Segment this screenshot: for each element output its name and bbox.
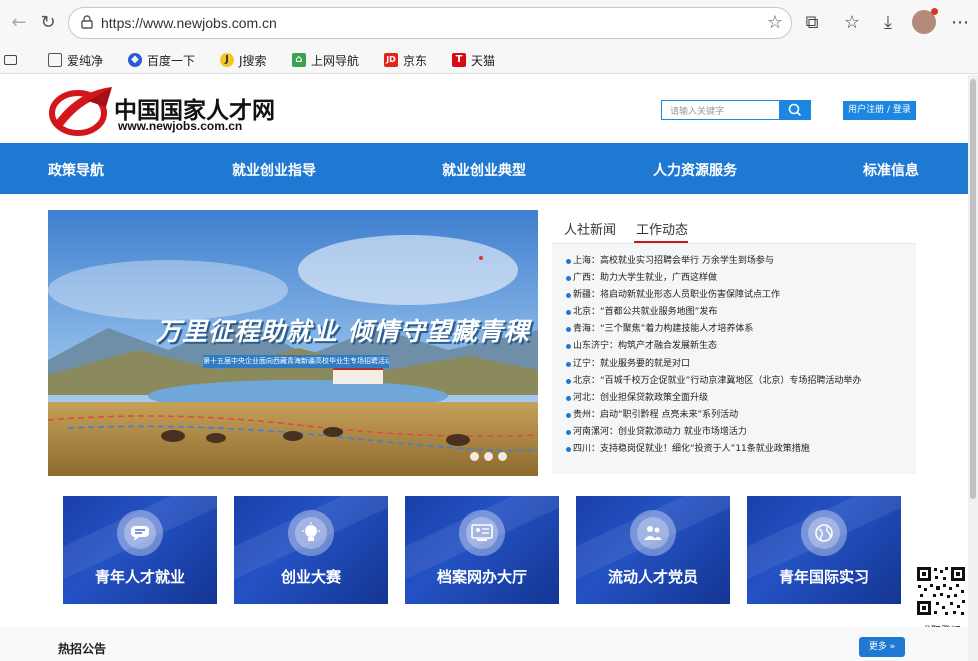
news-item[interactable]: 河北：创业担保贷款政策全面升级: [552, 390, 916, 407]
site-search[interactable]: 请输入关键字: [661, 100, 811, 120]
card-archive-service[interactable]: 档案网办大厅: [405, 496, 559, 604]
logo-swoosh-icon: [49, 87, 112, 136]
bookmark-tmall[interactable]: T 天猫: [452, 51, 495, 69]
bookmark-jsearch[interactable]: J J搜索: [220, 51, 267, 69]
tmall-icon: T: [452, 53, 466, 67]
bookmarks-bar: 爱纯净 ◆ 百度一下 J J搜索 ⌂ 上网导航 JD 京东 T 天猫: [0, 46, 978, 74]
carousel-dot[interactable]: [498, 452, 507, 461]
card-entrepreneurship-contest[interactable]: 创业大赛: [234, 496, 388, 604]
news-item[interactable]: 新疆：将启动新就业形态人员职业伤害保障试点工作: [552, 287, 916, 304]
register-login-button[interactable]: 用户注册 / 登录: [843, 101, 916, 120]
nav-standards[interactable]: 标准信息: [863, 160, 919, 180]
news-item[interactable]: 广西：助力大学生就业，广西这样做: [552, 270, 916, 287]
news-tabs: 人社新闻 工作动态: [552, 210, 916, 244]
section-title: 热招公告: [58, 642, 107, 656]
card-label: 流动人才党员: [607, 568, 698, 586]
logo-domain: www.newjobs.com.cn: [118, 119, 243, 133]
news-item[interactable]: 北京：“首都公共就业服务地图”发布: [552, 304, 916, 321]
downloads-icon[interactable]: ⤓: [876, 11, 900, 35]
news-panel: 人社新闻 工作动态 上海：高校就业实习招聘会举行 万余学生到场参与 广西：助力大…: [552, 210, 916, 474]
qrcode-widget[interactable]: 求职登记: [914, 564, 968, 637]
browser-toolbar: ← ↻ https://www.newjobs.com.cn ☆ ⧉ ☆ ⤓ ⋯: [0, 0, 978, 46]
news-list: 上海：高校就业实习招聘会举行 万余学生到场参与 广西：助力大学生就业，广西这样做…: [552, 244, 916, 474]
nav-policy[interactable]: 政策导航: [48, 160, 104, 180]
service-cards: 青年人才就业 创业大赛 档案网办大厅 流动人才党员 青年国际实习: [63, 496, 903, 604]
people-icon: [644, 526, 662, 540]
profile-avatar[interactable]: [912, 8, 938, 34]
favorites-icon[interactable]: ☆: [840, 11, 864, 35]
banner-carousel[interactable]: 万里征程助就业 倾情守望藏青稞 第十五届中央企业面向西藏青海新疆高校毕业生专场招…: [48, 210, 538, 476]
favorite-star-icon[interactable]: ☆: [767, 12, 783, 33]
lock-icon: [81, 15, 93, 29]
page-scrollbar[interactable]: [968, 75, 978, 661]
lightbulb-icon: [302, 522, 320, 541]
bookmark-jd[interactable]: JD 京东: [384, 51, 427, 69]
qr-code-icon: [914, 564, 968, 618]
news-item[interactable]: 河南漯河：创业贷款添动力 就业市场增活力: [552, 424, 916, 441]
news-item[interactable]: 北京：“百城千校万企促就业”行动京津冀地区（北京）专场招聘活动举办: [552, 373, 916, 390]
bookmarks-menu-icon[interactable]: [4, 51, 17, 69]
search-icon: [788, 103, 802, 117]
nav-career-guidance[interactable]: 就业创业指导: [232, 160, 316, 180]
back-icon[interactable]: ←: [8, 12, 30, 34]
baidu-paw-icon: ◆: [128, 53, 142, 67]
jd-icon: JD: [384, 53, 398, 67]
bookmark-aichunjing[interactable]: 爱纯净: [48, 51, 103, 69]
chat-bubble-icon: [131, 526, 149, 541]
globe-icon: [815, 524, 833, 542]
nav-hr-services[interactable]: 人力资源服务: [653, 160, 737, 180]
scrollbar-thumb[interactable]: [970, 79, 976, 499]
card-international-internship[interactable]: 青年国际实习: [747, 496, 901, 604]
carousel-dots: [470, 452, 507, 461]
news-item[interactable]: 贵州：启动“职引黔程 点亮未来”系列活动: [552, 407, 916, 424]
card-label: 创业大赛: [280, 568, 341, 586]
carousel-dot[interactable]: [484, 452, 493, 461]
card-youth-employment[interactable]: 青年人才就业: [63, 496, 217, 604]
tab-hr-news[interactable]: 人社新闻: [564, 219, 616, 238]
main-nav: 政策导航 就业创业指导 就业创业典型 人力资源服务 标准信息: [0, 143, 968, 194]
carousel-dot[interactable]: [470, 452, 479, 461]
nav-typical-cases[interactable]: 就业创业典型: [442, 160, 526, 180]
reload-icon[interactable]: ↻: [37, 12, 59, 34]
folder-icon: [48, 53, 62, 67]
id-card-icon: [471, 524, 493, 541]
more-button[interactable]: 更多 »: [859, 637, 905, 657]
news-item[interactable]: 辽宁：就业服务要的就是对口: [552, 356, 916, 373]
bookmark-baidu[interactable]: ◆ 百度一下: [128, 51, 195, 69]
more-menu-icon[interactable]: ⋯: [948, 11, 972, 35]
news-item[interactable]: 青海：“三个聚焦”着力构建技能人才培养体系: [552, 321, 916, 338]
news-item[interactable]: 山东济宁：构筑产才融合发展新生态: [552, 338, 916, 355]
news-item[interactable]: 上海：高校就业实习招聘会举行 万余学生到场参与: [552, 253, 916, 270]
tab-work-updates[interactable]: 工作动态: [636, 219, 688, 238]
news-item[interactable]: 四川：支持稳岗促就业！细化“投资于人”11条就业政策措施: [552, 441, 916, 458]
jsearch-icon: J: [220, 53, 234, 67]
announcements-header: 热招公告 更多 »: [0, 627, 968, 661]
search-button[interactable]: [779, 100, 811, 120]
site-logo[interactable]: 中国国家人才网 www.newjobs.com.cn: [48, 81, 288, 139]
card-party-members[interactable]: 流动人才党员: [576, 496, 730, 604]
search-input[interactable]: 请输入关键字: [670, 104, 724, 117]
url-text: https://www.newjobs.com.cn: [101, 15, 277, 31]
card-label: 青年国际实习: [778, 568, 869, 586]
active-tab-indicator: [634, 241, 688, 243]
web-page: 中国国家人才网 www.newjobs.com.cn 请输入关键字 用户注册 /…: [0, 75, 968, 661]
banner-headline: 万里征程助就业 倾情守望藏青稞: [156, 317, 530, 346]
card-label: 青年人才就业: [94, 568, 185, 586]
address-bar[interactable]: https://www.newjobs.com.cn ☆: [68, 7, 792, 39]
banner-subtitle: 第十五届中央企业面向西藏青海新疆高校毕业生专场招聘活动: [203, 355, 389, 368]
extensions-icon[interactable]: ⧉: [800, 11, 824, 35]
bookmark-navigation[interactable]: ⌂ 上网导航: [292, 51, 359, 69]
card-label: 档案网办大厅: [436, 568, 527, 586]
house-icon: ⌂: [292, 53, 306, 67]
